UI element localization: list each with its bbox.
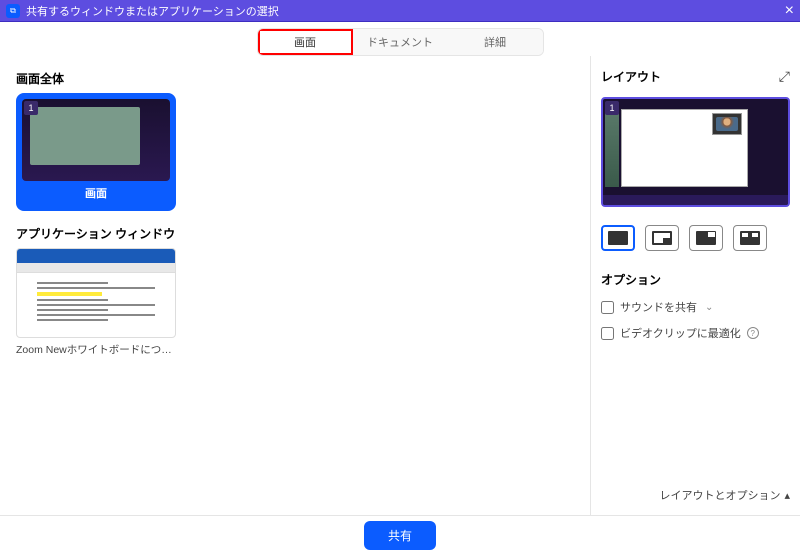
optimize-video-label: ビデオクリップに最適化: [620, 325, 741, 341]
layout-option-2[interactable]: [645, 225, 679, 251]
tab-bar: 画面 ドキュメント 詳細: [0, 22, 800, 56]
optimize-video-checkbox[interactable]: [601, 327, 614, 340]
screen-caption: 画面: [22, 181, 170, 205]
preview-pip: [712, 113, 742, 135]
layout-preview: 1: [601, 97, 790, 207]
app-window-card[interactable]: Zoom Newホワイトボードについて202402...: [16, 248, 176, 357]
option-optimize-video-row: ビデオクリップに最適化 ?: [601, 325, 790, 341]
section-app-windows: アプリケーション ウィンドウ: [16, 225, 574, 242]
titlebar: ⧉ 共有するウィンドウまたはアプリケーションの選択 ×: [0, 0, 800, 22]
screen-thumbnail: 1: [22, 99, 170, 181]
app-thumbnail: [16, 248, 176, 338]
expand-icon[interactable]: ⤢: [779, 68, 790, 85]
info-icon[interactable]: ?: [747, 327, 759, 339]
layout-option-4[interactable]: [733, 225, 767, 251]
window-title: 共有するウィンドウまたはアプリケーションの選択: [26, 3, 279, 19]
screen-number-badge: 1: [24, 101, 38, 115]
caret-up-icon: ▴: [784, 489, 790, 502]
left-panel: 画面全体 1 画面 アプリケーション ウィンドウ: [0, 56, 590, 515]
layout-option-3[interactable]: [689, 225, 723, 251]
tab-screen[interactable]: 画面: [258, 29, 353, 55]
chevron-down-icon[interactable]: ⌄: [705, 302, 713, 313]
options-title: オプション: [601, 271, 790, 288]
share-button[interactable]: 共有: [364, 521, 436, 550]
screen-thumbnail-card[interactable]: 1 画面: [16, 93, 176, 211]
app-icon: ⧉: [6, 4, 20, 18]
footer: 共有: [0, 515, 800, 555]
share-sound-label: サウンドを共有: [620, 299, 697, 315]
layout-title: レイアウト: [601, 68, 661, 85]
section-entire-screen: 画面全体: [16, 70, 574, 87]
tab-details[interactable]: 詳細: [448, 29, 543, 55]
layout-options: [601, 225, 790, 251]
layout-and-options-label: レイアウトとオプション: [659, 487, 780, 503]
layout-and-options-link[interactable]: レイアウトとオプション ▴: [659, 487, 790, 503]
share-sound-checkbox[interactable]: [601, 301, 614, 314]
layout-option-1[interactable]: [601, 225, 635, 251]
content: 画面 ドキュメント 詳細 画面全体 1 画面 アプリケーション ウィンドウ: [0, 22, 800, 555]
preview-number-badge: 1: [605, 101, 619, 115]
tab-documents[interactable]: ドキュメント: [353, 29, 448, 55]
app-caption: Zoom Newホワイトボードについて202402...: [16, 342, 176, 357]
close-icon[interactable]: ×: [785, 3, 794, 19]
right-panel: レイアウト ⤢ 1 オプション サウンドを共有 ⌄: [590, 56, 800, 515]
option-share-sound-row: サウンドを共有 ⌄: [601, 299, 790, 315]
